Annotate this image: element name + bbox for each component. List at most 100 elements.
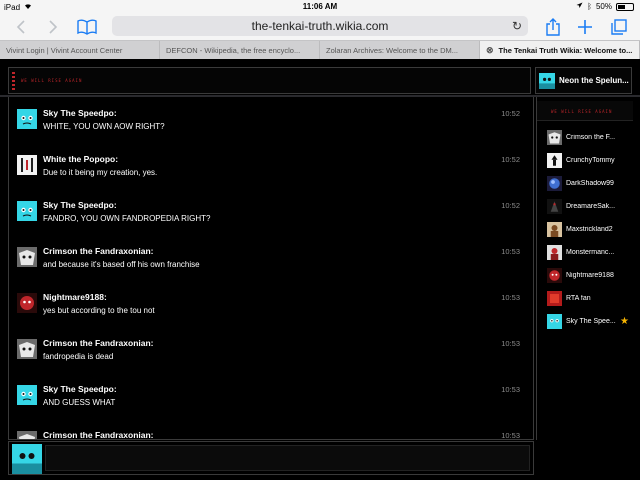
user-avatar [17,247,37,267]
tab-vivint[interactable]: Vivint Login | Vivint Account Center [0,41,160,59]
tab-zolaran[interactable]: Zolaran Archives: Welcome to the DM... [320,41,480,59]
tab-label: Vivint Login | Vivint Account Center [6,45,123,55]
banner-decoration [12,72,15,90]
user-list-item[interactable]: RTA fan [547,290,633,306]
status-bar: iPad 11:06 AM ᛒ 50% [0,0,640,14]
message-time: 10:53 [501,293,520,302]
user-list-item[interactable]: Crimson the F... [547,129,633,145]
user-name: Crimson the F... [566,133,616,141]
user-name: RTA fan [566,294,591,302]
message-author[interactable]: Crimson the Fandraxonian: [43,338,154,348]
chat-page: WE WILL RISE AGAIN Neon the Spelun... Sk… [0,59,640,480]
battery-percent: 50% [595,2,612,11]
user-avatar [547,244,562,260]
wiki-banner: WE WILL RISE AGAIN [8,67,531,94]
tab-label: DEFCON - Wikipedia, the free encyclo... [166,45,301,55]
user-name: DarkShadow99 [566,179,614,187]
user-name: Sky The Spee... [566,317,616,325]
bookmarks-button[interactable] [74,16,100,38]
user-avatar [547,152,562,168]
tabs-icon [611,19,627,35]
browser-toolbar: the-tenkai-truth.wikia.com ↻ [0,14,640,40]
user-list-item[interactable]: Sky The Spee... ★ [547,313,633,329]
user-avatar [547,313,562,329]
user-list-item[interactable]: Maxstrickland2 [547,221,633,237]
clock: 11:06 AM [302,2,338,11]
close-tab-icon[interactable]: ⊗ [486,45,494,56]
message-author[interactable]: Sky The Speedpo: [43,200,117,210]
message-time: 10:53 [501,247,520,256]
new-tab-button[interactable] [572,16,598,38]
user-list: WE WILL RISE AGAIN Crimson the F... Crun… [536,97,633,440]
user-avatar [17,431,37,439]
message-author[interactable]: Nightmare9188: [43,292,107,302]
message-time: 10:52 [501,155,520,164]
message-author[interactable]: Crimson the Fandraxonian: [43,430,154,439]
user-avatar [17,385,37,405]
message-text: FANDRO, YOU OWN FANDROPEDIA RIGHT? [43,214,211,223]
user-list-item[interactable]: DreamareSak... [547,198,633,214]
share-button[interactable] [540,16,566,38]
tab-defcon[interactable]: DEFCON - Wikipedia, the free encyclo... [160,41,320,59]
user-avatar [547,290,562,306]
tab-tenkai[interactable]: ⊗ The Tenkai Truth Wikia: Welcome to... [480,41,640,59]
chat-message: Crimson the Fandraxonian: and because it… [9,235,529,281]
message-text: yes but according to the tou not [43,306,155,315]
message-author[interactable]: Sky The Speedpo: [43,384,117,394]
message-text: WHITE, YOU OWN AOW RIGHT? [43,122,165,131]
current-user-name: Neon the Spelun... [559,76,629,85]
chat-message: Sky The Speedpo: WHITE, YOU OWN AOW RIGH… [9,97,529,143]
user-name: DreamareSak... [566,202,616,210]
user-list-item[interactable]: Nightmare9188 [547,267,633,283]
user-list-item[interactable]: Monstermanc... [547,244,633,260]
userlist-banner: WE WILL RISE AGAIN [537,101,633,121]
user-list-item[interactable]: DarkShadow99 [547,175,633,191]
user-avatar [17,339,37,359]
chat-message: Sky The Speedpo: AND GUESS WHAT 10:53 [9,373,529,419]
user-avatar [547,175,562,191]
current-user[interactable]: Neon the Spelun... [535,67,632,94]
plus-icon [578,20,592,34]
message-author[interactable]: Crimson the Fandraxonian: [43,246,154,256]
user-avatar [17,293,37,313]
user-name: Maxstrickland2 [566,225,613,233]
message-time: 10:52 [501,109,520,118]
star-icon: ★ [620,315,629,327]
message-time: 10:53 [501,385,520,394]
chevron-left-icon [16,20,25,34]
tab-bar: Vivint Login | Vivint Account Center DEF… [0,40,640,59]
chat-log[interactable]: Sky The Speedpo: WHITE, YOU OWN AOW RIGH… [8,97,534,440]
address-bar[interactable]: the-tenkai-truth.wikia.com ↻ [112,16,528,36]
user-avatar [547,129,562,145]
back-button[interactable] [8,16,34,38]
message-composer [8,441,534,475]
user-avatar [17,201,37,221]
message-text: Due to it being my creation, yes. [43,168,158,177]
message-author[interactable]: Sky The Speedpo: [43,108,117,118]
tab-label: Zolaran Archives: Welcome to the DM... [326,45,458,55]
message-time: 10:53 [501,431,520,440]
user-name: Monstermanc... [566,248,615,256]
user-avatar [539,72,555,89]
reload-icon[interactable]: ↻ [512,19,522,33]
message-text: and because it's based off his own franc… [43,260,200,269]
user-avatar [547,267,562,283]
user-name: CrunchyTommy [566,156,615,164]
forward-button[interactable] [40,16,66,38]
user-avatar [547,221,562,237]
tabs-overview-button[interactable] [606,16,632,38]
url-text: the-tenkai-truth.wikia.com [251,19,389,33]
tab-label: The Tenkai Truth Wikia: Welcome to... [498,45,633,55]
message-input[interactable] [45,445,530,471]
location-icon [576,2,583,11]
chat-message: White the Popopo: Due to it being my cre… [9,143,529,189]
chat-message: Crimson the Fandraxonian: fandropedia is… [9,327,529,373]
banner-text: WE WILL RISE AGAIN [21,78,83,83]
banner-text: WE WILL RISE AGAIN [551,109,613,114]
user-avatar [17,155,37,175]
user-avatar [547,198,562,214]
bluetooth-icon: ᛒ [587,2,592,11]
message-text: AND GUESS WHAT [43,398,116,407]
user-list-item[interactable]: CrunchyTommy [547,152,633,168]
message-author[interactable]: White the Popopo: [43,154,118,164]
